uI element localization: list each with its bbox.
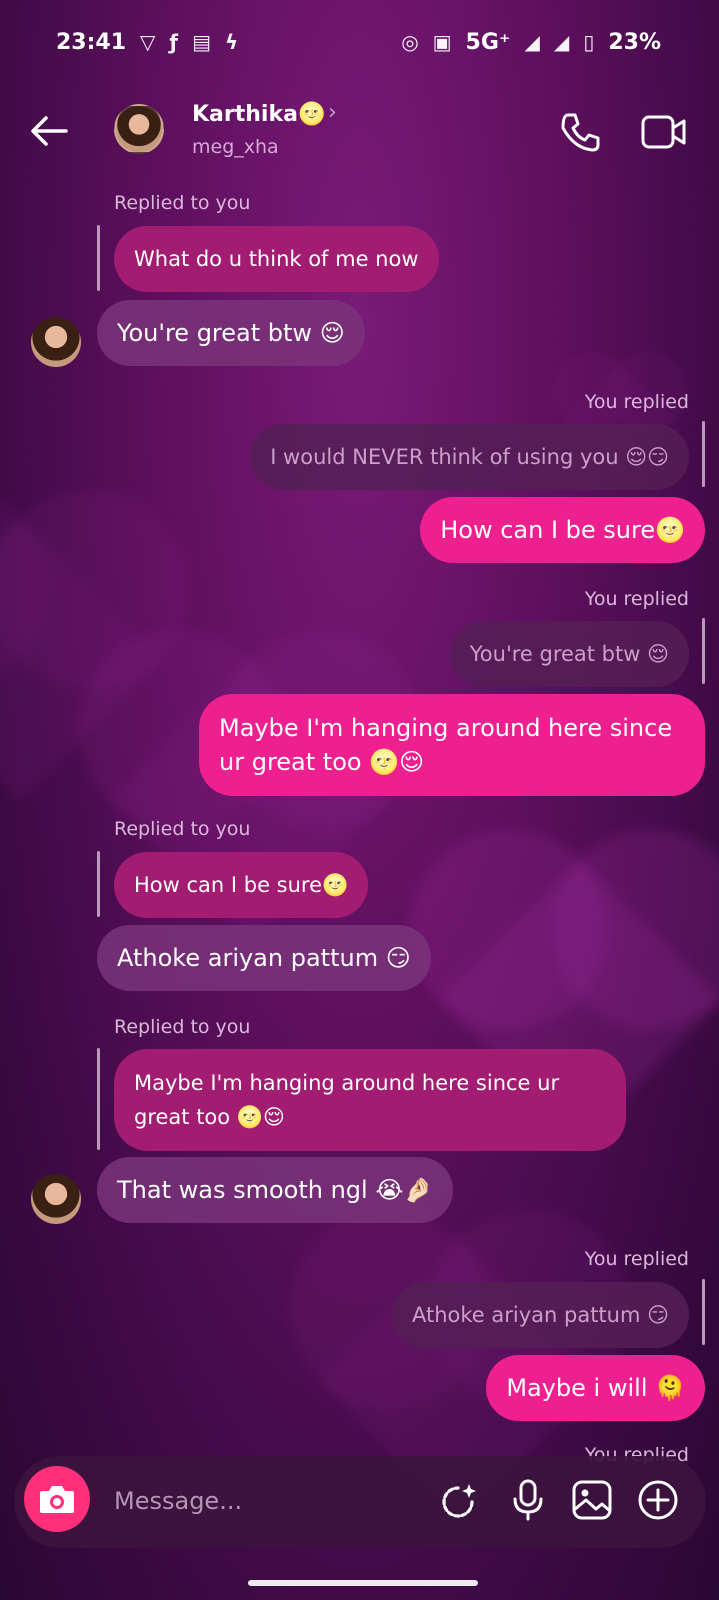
- quoted-message[interactable]: Maybe I'm hanging around here since ur g…: [114, 1049, 626, 1151]
- camera-button[interactable]: [24, 1466, 90, 1532]
- status-right: ◎ ▣ 5G⁺ ◢ ◢ ▯ 23%: [401, 30, 661, 55]
- sparkle-effects-icon: [442, 1484, 476, 1518]
- battery-level: 23%: [608, 29, 661, 55]
- voice-call-button[interactable]: [558, 110, 602, 154]
- sender-avatar[interactable]: [31, 1174, 81, 1224]
- signal-icon: ◢: [553, 30, 570, 54]
- incoming-message[interactable]: That was smooth ngl 😭🤌🏻: [97, 1157, 454, 1223]
- reply-label: You replied: [584, 391, 689, 413]
- sender-avatar[interactable]: [31, 317, 81, 367]
- reply-label: You replied: [584, 588, 689, 610]
- chat-header: Karthika🌝 › meg_xha: [0, 96, 719, 168]
- network-type: 5G⁺: [465, 29, 511, 55]
- volte-icon: ▣: [432, 30, 452, 54]
- home-indicator[interactable]: [248, 1580, 478, 1586]
- outgoing-message[interactable]: Maybe I'm hanging around here since ur g…: [199, 694, 705, 796]
- contact-name[interactable]: Karthika🌝: [192, 102, 325, 127]
- incoming-message[interactable]: You're great btw 😌: [97, 300, 365, 366]
- video-call-button[interactable]: [640, 112, 688, 152]
- phone-icon: [561, 113, 600, 152]
- message-input[interactable]: [114, 1476, 414, 1526]
- calendar-icon: ▤: [192, 30, 212, 54]
- microphone-icon: [513, 1479, 543, 1521]
- reply-label: You replied: [584, 1248, 689, 1270]
- chevron-right-icon[interactable]: ›: [328, 100, 337, 125]
- reply-rail: [702, 421, 705, 487]
- quoted-message[interactable]: How can I be sure🌝: [114, 852, 369, 918]
- reply-label: Replied to you: [114, 1016, 251, 1038]
- quoted-message[interactable]: You're great btw 😌: [449, 621, 689, 687]
- voice-message-button[interactable]: [506, 1478, 550, 1522]
- reply-label: Replied to you: [114, 192, 251, 214]
- vpn-icon: ▽: [140, 30, 156, 54]
- gallery-button[interactable]: [570, 1478, 614, 1522]
- reply-label: Replied to you: [114, 818, 251, 840]
- message-composer: [14, 1456, 706, 1548]
- reply-rail: [702, 618, 705, 684]
- outgoing-message[interactable]: How can I be sure🌝: [420, 497, 705, 563]
- profile-avatar[interactable]: [114, 104, 164, 154]
- incoming-message[interactable]: Athoke ariyan pattum 😏: [97, 925, 431, 991]
- camera-icon: [40, 1486, 74, 1513]
- video-camera-icon: [641, 115, 686, 149]
- quoted-message[interactable]: What do u think of me now: [114, 226, 439, 292]
- image-icon: [572, 1480, 612, 1520]
- app-notification-icon: ƒ: [169, 30, 179, 54]
- reply-rail: [702, 1279, 705, 1345]
- reply-rail: [97, 225, 100, 291]
- hotspot-icon: ◎: [401, 30, 419, 54]
- bolt-icon: ϟ: [225, 30, 239, 54]
- status-time: 23:41: [56, 29, 127, 55]
- status-left: 23:41 ▽ ƒ ▤ ϟ: [56, 30, 238, 55]
- plus-circle-icon: [638, 1480, 678, 1520]
- more-options-button[interactable]: [636, 1478, 680, 1522]
- quoted-message[interactable]: Athoke ariyan pattum 😏: [391, 1282, 689, 1348]
- reply-rail: [97, 1048, 100, 1150]
- status-bar: 23:41 ▽ ƒ ▤ ϟ ◎ ▣ 5G⁺ ◢ ◢ ▯ 23%: [0, 0, 719, 84]
- signal-icon: ◢: [524, 30, 540, 54]
- back-button[interactable]: [28, 110, 70, 152]
- quoted-message[interactable]: I would NEVER think of using you 😌😏: [250, 424, 689, 490]
- outgoing-message[interactable]: Maybe i will 🫠: [486, 1355, 705, 1421]
- back-arrow-icon: [31, 116, 68, 146]
- sticker-effects-button[interactable]: [438, 1478, 482, 1522]
- contact-username[interactable]: meg_xha: [192, 136, 279, 158]
- battery-icon: ▯: [583, 30, 595, 54]
- reply-rail: [97, 851, 100, 917]
